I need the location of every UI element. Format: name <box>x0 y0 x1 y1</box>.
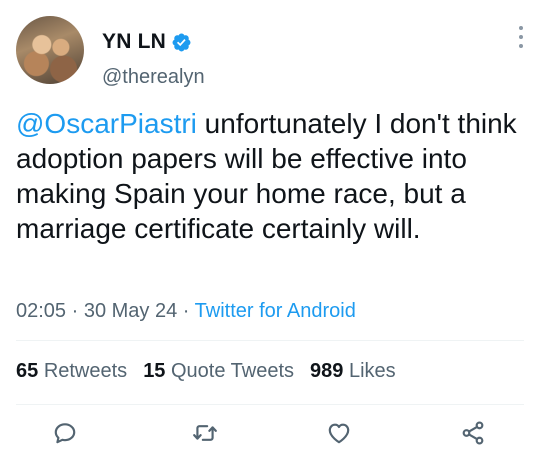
likes-count: 989 <box>310 360 344 382</box>
retweets-stat[interactable]: 65 Retweets <box>16 360 127 383</box>
tweet-source-link[interactable]: Twitter for Android <box>195 300 356 322</box>
tweet-header: YN LN @therealyn <box>16 16 524 89</box>
share-icon <box>462 421 484 445</box>
user-handle[interactable]: @therealyn <box>102 66 205 89</box>
like-button[interactable] <box>326 420 352 446</box>
retweets-label: Retweets <box>43 360 128 382</box>
likes-label: Likes <box>348 360 396 382</box>
divider <box>16 340 524 341</box>
reply-icon <box>54 423 76 444</box>
verified-badge-icon <box>172 33 191 51</box>
reply-button[interactable] <box>52 420 78 446</box>
name-row: YN LN <box>102 30 192 54</box>
tweet-date[interactable]: 30 May 24 <box>84 300 177 322</box>
meta-separator: · <box>66 300 84 322</box>
quote-tweets-label: Quote Tweets <box>171 360 295 382</box>
quote-tweets-stat[interactable]: 15 Quote Tweets <box>143 360 294 383</box>
tweet-actions <box>16 416 524 450</box>
tweet-stats: 65 Retweets 15 Quote Tweets 989 Likes <box>16 360 412 383</box>
heart-icon <box>328 423 350 444</box>
likes-stat[interactable]: 989 Likes <box>310 360 396 383</box>
retweet-button[interactable] <box>192 420 218 446</box>
more-vertical-icon[interactable] <box>518 26 524 48</box>
share-button[interactable] <box>460 420 486 446</box>
avatar[interactable] <box>16 16 84 84</box>
retweet-icon <box>193 425 217 441</box>
tweet-text: @OscarPiastri unfortunately I don't thin… <box>16 106 526 246</box>
mention-link[interactable]: @OscarPiastri <box>16 108 197 139</box>
meta-separator: · <box>177 300 195 322</box>
retweets-count: 65 <box>16 360 39 382</box>
quote-tweets-count: 15 <box>143 360 166 382</box>
tweet-meta: 02:05 · 30 May 24 · Twitter for Android <box>16 300 356 323</box>
display-name[interactable]: YN LN <box>102 30 166 54</box>
tweet-time[interactable]: 02:05 <box>16 300 66 322</box>
divider <box>16 404 524 405</box>
